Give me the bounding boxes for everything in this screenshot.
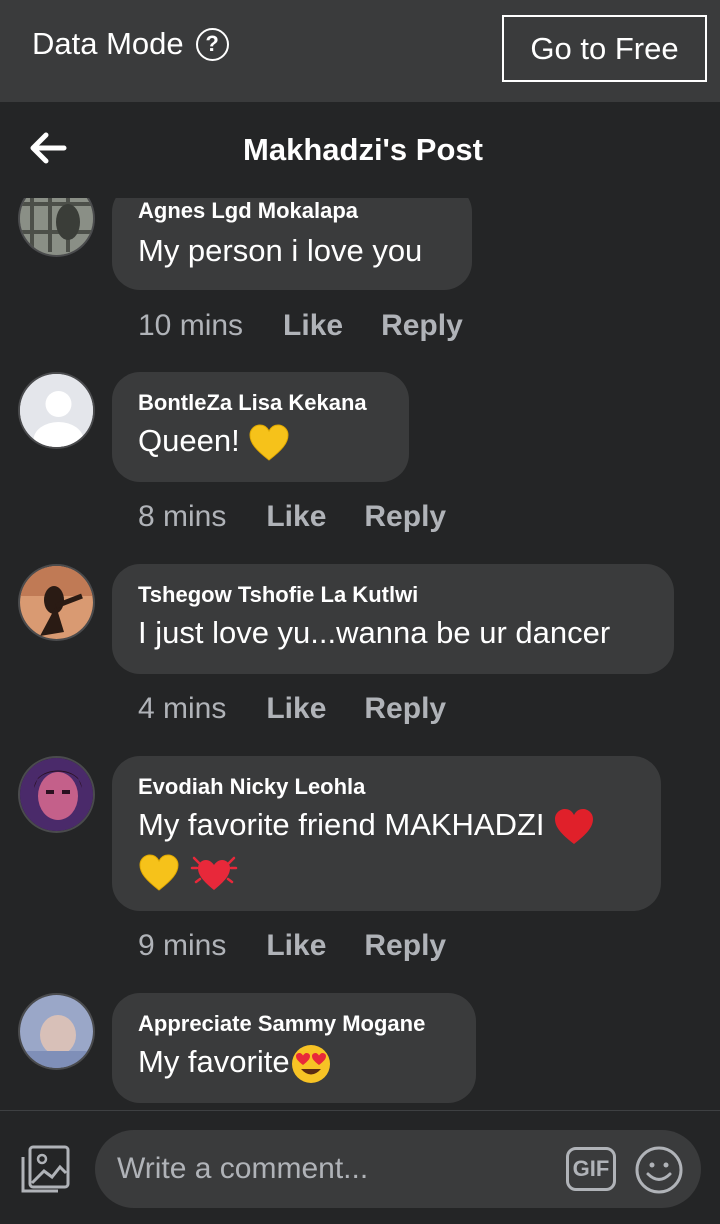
like-button[interactable]: Like bbox=[266, 500, 326, 533]
yellow-heart-emoji-icon bbox=[139, 854, 179, 891]
comment-meta: 9 mins Like Reply bbox=[138, 929, 484, 963]
avatar[interactable] bbox=[18, 564, 95, 641]
comment-time: 9 mins bbox=[138, 929, 227, 962]
avatar[interactable] bbox=[18, 372, 95, 449]
post-header: Makhadzi's Post bbox=[0, 102, 720, 198]
comment-text-content: My favorite bbox=[138, 1044, 290, 1079]
comment-text: I just love yu...wanna be ur dancer bbox=[138, 615, 611, 650]
comment-list: Agnes Lgd Mokalapa My person i love you … bbox=[0, 198, 720, 1110]
comment-meta: 10 mins Like Reply bbox=[138, 309, 501, 343]
comment-author[interactable]: BontleZa Lisa Kekana bbox=[138, 390, 383, 416]
comment-author[interactable]: Evodiah Nicky Leohla bbox=[138, 774, 635, 800]
comment-time: 4 mins bbox=[138, 692, 227, 725]
go-to-free-button[interactable]: Go to Free bbox=[502, 15, 707, 82]
comment-text: My favorite bbox=[138, 1039, 450, 1085]
comment-text: My person i love you bbox=[138, 233, 423, 268]
comment-bubble[interactable]: Appreciate Sammy Mogane My favorite bbox=[112, 993, 476, 1103]
comment-text: My favorite friend MAKHADZI bbox=[138, 802, 635, 848]
reply-button[interactable]: Reply bbox=[364, 929, 446, 962]
heart-eyes-emoji-icon bbox=[291, 1044, 330, 1083]
comment-emoji-line bbox=[138, 848, 635, 894]
comment-author[interactable]: Tshegow Tshofie La Kutlwi bbox=[138, 582, 648, 608]
comment-bubble[interactable]: Agnes Lgd Mokalapa My person i love you bbox=[112, 198, 472, 290]
avatar[interactable] bbox=[18, 756, 95, 833]
photo-icon[interactable] bbox=[20, 1145, 72, 1195]
comment-text: Queen! bbox=[138, 418, 383, 464]
comment-composer: GIF bbox=[0, 1111, 720, 1224]
comment-time: 10 mins bbox=[138, 309, 244, 342]
comment-text-content: Queen! bbox=[138, 423, 249, 458]
page-title: Makhadzi's Post bbox=[243, 132, 483, 167]
comment-text-content: My favorite friend MAKHADZI bbox=[138, 807, 554, 842]
reply-button[interactable]: Reply bbox=[364, 692, 446, 725]
comment-author[interactable]: Appreciate Sammy Mogane bbox=[138, 1011, 450, 1037]
avatar[interactable] bbox=[18, 198, 95, 257]
like-button[interactable]: Like bbox=[283, 309, 343, 342]
beating-heart-emoji-icon bbox=[190, 856, 238, 890]
smile-icon[interactable] bbox=[634, 1145, 684, 1195]
comment-time: 8 mins bbox=[138, 500, 227, 533]
comment-meta: 4 mins Like Reply bbox=[138, 692, 484, 726]
like-button[interactable]: Like bbox=[266, 692, 326, 725]
comment-author[interactable]: Agnes Lgd Mokalapa bbox=[138, 198, 446, 224]
yellow-heart-emoji-icon bbox=[249, 424, 289, 461]
red-heart-emoji-icon bbox=[555, 808, 594, 844]
avatar[interactable] bbox=[18, 993, 95, 1070]
data-mode-banner: Data Mode ? Go to Free bbox=[0, 0, 720, 102]
reply-button[interactable]: Reply bbox=[364, 500, 446, 533]
like-button[interactable]: Like bbox=[266, 929, 326, 962]
comment-meta: 8 mins Like Reply bbox=[138, 500, 484, 534]
comment-bubble[interactable]: Tshegow Tshofie La Kutlwi I just love yu… bbox=[112, 564, 674, 674]
help-icon[interactable]: ? bbox=[195, 27, 229, 61]
comment-bubble[interactable]: Evodiah Nicky Leohla My favorite friend … bbox=[112, 756, 661, 911]
gif-button[interactable]: GIF bbox=[566, 1147, 616, 1191]
data-mode-title: Data Mode ? bbox=[32, 26, 229, 62]
data-mode-label: Data Mode bbox=[32, 26, 184, 61]
comment-bubble[interactable]: BontleZa Lisa Kekana Queen! bbox=[112, 372, 409, 482]
reply-button[interactable]: Reply bbox=[381, 309, 463, 342]
